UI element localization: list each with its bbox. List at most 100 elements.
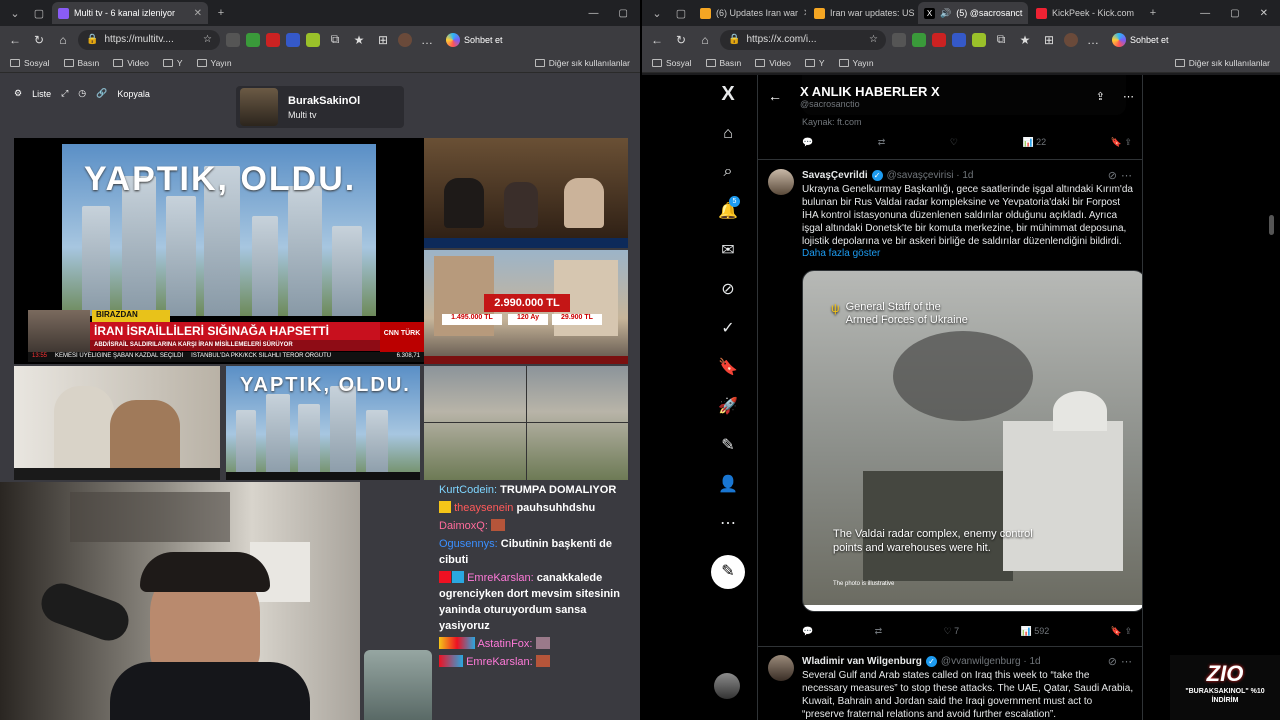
tab-kickpeek[interactable]: KickPeek - Kick.com ✕ xyxy=(1030,2,1140,24)
chat-username[interactable]: EmreKarslan: xyxy=(466,656,533,668)
more-icon[interactable]: … xyxy=(1084,33,1102,47)
author-avatar[interactable] xyxy=(768,655,794,681)
author-name[interactable]: SavaşÇevrildi xyxy=(802,170,868,181)
settings-gear-icon[interactable]: ⚙ xyxy=(14,88,22,99)
bookmark-folder[interactable]: Y xyxy=(162,58,183,68)
more-options-icon[interactable]: ⋯ xyxy=(717,512,739,534)
lists-icon[interactable]: ✎ xyxy=(717,434,739,456)
address-bar[interactable]: 🔒 https://multitv.... ☆ xyxy=(78,29,220,50)
reply-icon[interactable]: 💬 xyxy=(802,626,813,637)
collections-icon[interactable]: ⊞ xyxy=(1040,33,1058,47)
tweet-media-image[interactable]: ψ General Staff of the Armed Forces of U… xyxy=(802,270,1142,612)
minimize-icon[interactable]: — xyxy=(589,8,599,19)
share-icon[interactable]: ⇪ xyxy=(1096,90,1105,103)
extension-icon[interactable] xyxy=(972,32,986,47)
refresh-icon[interactable]: ↻ xyxy=(672,33,690,47)
more-icon[interactable]: ⋯ xyxy=(1121,169,1132,182)
author-avatar[interactable] xyxy=(768,169,794,195)
show-more-link[interactable]: Daha fazla göster xyxy=(802,248,880,259)
profile-avatar[interactable] xyxy=(398,32,412,47)
communities-icon[interactable]: ✓ xyxy=(717,317,739,339)
reply-icon[interactable]: 💬 xyxy=(802,137,813,148)
tab-actions-icon[interactable]: ⌄ xyxy=(646,2,668,24)
tab-actions-icon[interactable]: ⌄ xyxy=(4,2,26,24)
home-icon[interactable]: ⌂ xyxy=(717,123,739,145)
more-icon[interactable]: ⋯ xyxy=(1121,655,1132,668)
copilot-button[interactable]: Sohbet et xyxy=(446,32,503,47)
split-screen-icon[interactable]: ⧉ xyxy=(992,32,1010,47)
channel-card[interactable]: BurakSakinOl Multi tv xyxy=(236,86,404,128)
split-screen-icon[interactable]: ⧉ xyxy=(326,32,344,47)
history-icon[interactable]: ◷ xyxy=(78,88,86,99)
tweet-source[interactable]: Kaynak: ft.com xyxy=(802,117,862,127)
extension-icon[interactable] xyxy=(286,32,300,47)
retweet-icon[interactable]: ⇄ xyxy=(875,626,883,637)
refresh-icon[interactable]: ↻ xyxy=(30,33,48,47)
copy-button[interactable]: Kopyala xyxy=(117,89,150,99)
profile-avatar[interactable] xyxy=(1064,32,1078,47)
views-icon[interactable]: 📊 592 xyxy=(1021,626,1050,637)
author-handle[interactable]: @vvanwilgenburg · 1d xyxy=(941,656,1041,667)
tab-x-sacrosanct[interactable]: X 🔊 (5) @sacrosanct ✕ xyxy=(918,2,1028,24)
notifications-bell-icon[interactable]: 🔔 5 xyxy=(717,196,740,222)
close-tab-icon[interactable]: ✕ xyxy=(803,8,806,19)
favorites-icon[interactable]: ★ xyxy=(350,33,368,47)
cityview-video-stream[interactable] xyxy=(424,366,628,480)
profile-icon[interactable]: 👤 xyxy=(717,473,739,495)
favorites-icon[interactable]: ★ xyxy=(1016,33,1034,47)
extension-icon[interactable] xyxy=(266,32,280,47)
grok-icon[interactable]: ⊘ xyxy=(1108,655,1117,668)
x-logo-icon[interactable]: X xyxy=(717,83,739,105)
extension-icon[interactable] xyxy=(952,32,966,47)
bookmark-icon[interactable]: 🔖 ⇪ xyxy=(1111,137,1132,148)
compose-post-button[interactable]: ✎ xyxy=(711,555,745,589)
account-avatar[interactable] xyxy=(714,673,740,699)
chat-username[interactable]: KurtCodein: xyxy=(439,484,497,496)
tab-iran-war-updates[interactable]: Iran war updates: US ✕ xyxy=(808,2,916,24)
chat-username[interactable]: EmreKarslan: xyxy=(467,572,534,584)
tweet-card[interactable]: SavaşÇevrildi ✓ @savaşçevirisi · 1d ⊘ ⋯ … xyxy=(758,161,1142,647)
grok-icon[interactable]: ⊘ xyxy=(717,278,739,300)
favorite-star-icon[interactable]: ☆ xyxy=(869,34,878,45)
close-tab-icon[interactable]: ✕ xyxy=(1027,8,1028,19)
close-tab-icon[interactable]: ✕ xyxy=(194,8,202,19)
tab-multitv[interactable]: Multi tv - 6 kanal izleniyor ✕ xyxy=(52,2,208,24)
more-icon[interactable]: … xyxy=(418,33,436,47)
more-icon[interactable]: ⋯ xyxy=(1123,90,1134,103)
tab-updates-iran[interactable]: (6) Updates Iran war ✕ xyxy=(694,2,806,24)
maximize-icon[interactable]: ▢ xyxy=(619,8,628,19)
bookmark-folder[interactable]: Y xyxy=(804,58,825,68)
views-icon[interactable]: 📊 22 xyxy=(1022,137,1046,148)
home-icon[interactable]: ⌂ xyxy=(54,33,72,47)
bookmark-folder[interactable]: Sosyal xyxy=(652,58,692,68)
close-tab-icon[interactable]: ✕ xyxy=(1139,8,1140,19)
extension-icon[interactable] xyxy=(306,32,320,47)
other-favorites[interactable]: Diğer sık kullanılanlar xyxy=(534,58,630,68)
bookmark-folder[interactable]: Yayın xyxy=(196,58,232,68)
back-icon[interactable]: ← xyxy=(648,33,666,47)
audio-icon[interactable]: 🔊 xyxy=(940,8,951,19)
bookmark-folder[interactable]: Video xyxy=(113,58,149,68)
new-tab-icon[interactable]: + xyxy=(1142,2,1164,24)
maximize-icon[interactable]: ▢ xyxy=(1230,8,1239,19)
realestate-video-stream[interactable]: 2.990.000 TL 1.495.000 TL 120 Ay 29.900 … xyxy=(424,250,628,364)
list-button[interactable]: Liste xyxy=(32,89,51,99)
bookmark-folder[interactable]: Basın xyxy=(63,58,99,68)
author-handle[interactable]: @savaşçevirisi · 1d xyxy=(887,170,974,181)
author-name[interactable]: Wladimir van Wilgenburg xyxy=(802,656,922,667)
extension-icon[interactable] xyxy=(226,32,240,47)
chat-username[interactable]: DaimoxQ: xyxy=(439,520,488,532)
extension-icon[interactable] xyxy=(912,32,926,47)
workspaces-icon[interactable]: ▢ xyxy=(28,2,50,24)
interview-video-stream[interactable] xyxy=(14,366,220,480)
like-icon[interactable]: ♡ xyxy=(950,137,958,148)
collections-icon[interactable]: ⊞ xyxy=(374,33,392,47)
second-main-video-stream[interactable]: YAPTIK, OLDU. xyxy=(226,366,420,480)
back-arrow-icon[interactable]: ← xyxy=(768,88,782,104)
bookmark-folder[interactable]: Yayın xyxy=(838,58,874,68)
workspaces-icon[interactable]: ▢ xyxy=(670,2,692,24)
favorite-star-icon[interactable]: ☆ xyxy=(203,34,212,45)
jobs-rocket-icon[interactable]: 🚀 xyxy=(717,395,739,417)
bookmark-folder[interactable]: Basın xyxy=(705,58,741,68)
main-video-stream[interactable]: YAPTIK, OLDU. BIRAZDAN İRAN İSRAİLLİLERİ… xyxy=(14,138,424,364)
